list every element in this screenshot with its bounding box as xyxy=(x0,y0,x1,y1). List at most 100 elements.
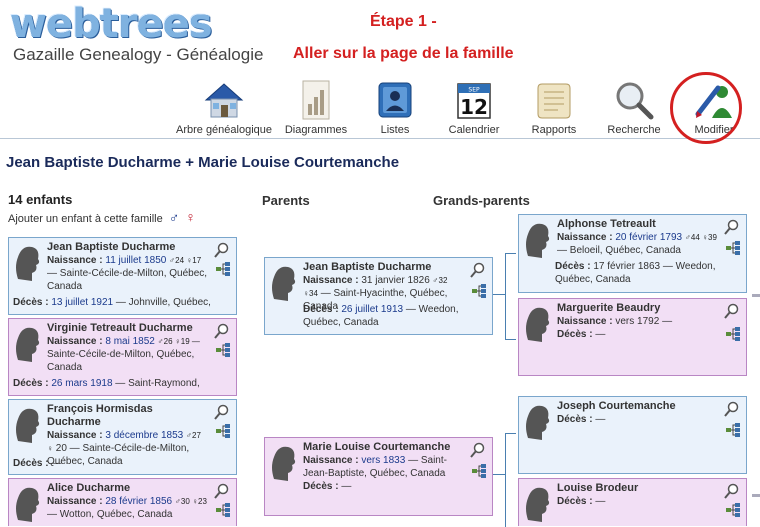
person-box-grandmother-paternal[interactable]: Marguerite Beaudry Naissance : vers 1792… xyxy=(518,298,747,376)
birth-date[interactable]: vers 1792 xyxy=(615,316,659,327)
family-tree-icon[interactable] xyxy=(726,241,740,255)
scroll-icon xyxy=(537,83,571,119)
death-label: Décès : xyxy=(303,481,339,492)
parent-ages: ♂30 ♀23 xyxy=(174,497,207,506)
connector xyxy=(493,294,505,295)
death-place: — xyxy=(595,496,606,507)
expand-ancestors-marker[interactable] xyxy=(752,494,760,497)
person-box-grandfather-maternal[interactable]: Joseph Courtemanche Décès : — xyxy=(518,396,747,474)
zoom-icon[interactable] xyxy=(724,401,740,417)
family-tree-icon[interactable] xyxy=(726,327,740,341)
family-tree-icon[interactable] xyxy=(472,464,486,478)
calendar-month: SEP xyxy=(468,87,480,94)
person-box-child-3[interactable]: François Hormisdas Ducharme Naissance : … xyxy=(8,399,237,475)
zoom-icon[interactable] xyxy=(724,219,740,235)
birth-label: Naissance : xyxy=(47,496,103,507)
birth-date[interactable]: 28 février 1856 xyxy=(105,496,172,507)
person-name[interactable]: Alphonse Tetreault xyxy=(557,218,718,231)
person-details: Jean Baptiste Ducharme Naissance : 11 ju… xyxy=(47,241,208,293)
menu-calendar[interactable]: SEP 12 Calendrier xyxy=(444,72,504,138)
birth-place: Sainte-Cécile-de-Milton, Québec, Canada xyxy=(47,349,195,373)
birth-date[interactable]: 11 juillet 1850 xyxy=(105,255,166,266)
person-name[interactable]: Virginie Tetreault Ducharme xyxy=(47,322,208,335)
family-tree-icon[interactable] xyxy=(216,424,230,438)
zoom-icon[interactable] xyxy=(470,442,486,458)
family-tree-icon[interactable] xyxy=(216,343,230,357)
menu-reports[interactable]: Rapports xyxy=(524,72,584,138)
birth-date[interactable]: 20 février 1793 xyxy=(615,232,682,243)
birth-place: — xyxy=(662,316,673,327)
person-box-father[interactable]: Jean Baptiste Ducharme Naissance : 31 ja… xyxy=(264,257,493,335)
family-tree-icon[interactable] xyxy=(216,262,230,276)
zoom-icon[interactable] xyxy=(214,404,230,420)
death-date[interactable]: 26 mars 1918 xyxy=(51,378,112,389)
person-name[interactable]: Louise Brodeur xyxy=(557,482,718,495)
zoom-icon[interactable] xyxy=(470,262,486,278)
family-tree-icon[interactable] xyxy=(216,503,230,517)
death-date[interactable]: 26 juillet 1913 xyxy=(341,304,403,315)
person-box-grandmother-maternal[interactable]: Louise Brodeur Décès : — xyxy=(518,478,747,526)
family-tree-icon[interactable] xyxy=(472,284,486,298)
person-name[interactable]: Jean Baptiste Ducharme xyxy=(303,261,464,274)
menu-lists[interactable]: Listes xyxy=(364,72,426,138)
menu-edit[interactable]: Modifier xyxy=(682,72,746,138)
expand-ancestors-marker[interactable] xyxy=(752,294,760,297)
webtrees-logo[interactable]: webtrees xyxy=(10,2,213,46)
person-box-mother[interactable]: Marie Louise Courtemanche Naissance : ve… xyxy=(264,437,493,516)
add-daughter-icon[interactable]: ♀ xyxy=(185,209,196,225)
death-row: Décès : 13 juillet 1921 — Johnville, Qué… xyxy=(13,296,232,309)
silhouette-icon xyxy=(272,266,296,301)
zoom-icon[interactable] xyxy=(214,483,230,499)
birth-place: — Beloeil, Québec, Canada xyxy=(557,245,681,256)
chart-icon xyxy=(302,80,330,120)
birth-date[interactable]: 31 janvier 1826 xyxy=(361,275,429,286)
silhouette-icon xyxy=(16,327,40,362)
connector xyxy=(505,433,516,527)
zoom-icon[interactable] xyxy=(214,242,230,258)
silhouette-icon xyxy=(526,307,550,342)
menu-label: Listes xyxy=(380,124,410,136)
parent-ages: ♂44 ♀39 xyxy=(684,233,717,242)
children-count: 14 enfants xyxy=(8,192,73,207)
person-name[interactable]: Marie Louise Courtemanche xyxy=(303,441,464,454)
main-menu: Arbre généalogique Diagrammes Listes SEP… xyxy=(0,72,760,139)
family-tree-icon[interactable] xyxy=(726,503,740,517)
birth-date[interactable]: 3 décembre 1853 xyxy=(105,430,183,441)
person-details: Marguerite Beaudry Naissance : vers 1792… xyxy=(557,302,718,341)
death-place: — Saint-Raymond, xyxy=(115,378,200,389)
person-name[interactable]: Marguerite Beaudry xyxy=(557,302,718,315)
person-name[interactable]: François Hormisdas Ducharme xyxy=(47,403,208,429)
menu-label: Recherche xyxy=(607,124,661,136)
birth-label: Naissance : xyxy=(557,232,613,243)
person-name[interactable]: Alice Ducharme xyxy=(47,482,208,495)
person-box-child-2[interactable]: Virginie Tetreault Ducharme Naissance : … xyxy=(8,318,237,396)
site-title[interactable]: Gazaille Genealogy - Généalogie xyxy=(13,45,263,65)
menu-search[interactable]: Recherche xyxy=(602,72,666,138)
birth-date[interactable]: 8 mai 1852 xyxy=(105,336,154,347)
silhouette-icon xyxy=(272,446,296,481)
silhouette-icon xyxy=(526,223,550,258)
add-son-icon[interactable]: ♂ xyxy=(169,209,180,225)
zoom-icon[interactable] xyxy=(724,483,740,499)
silhouette-icon xyxy=(16,408,40,443)
person-details: Alice Ducharme Naissance : 28 février 18… xyxy=(47,482,208,521)
add-child-row: Ajouter un enfant à cette famille ♂ ♀ xyxy=(8,209,196,225)
zoom-icon[interactable] xyxy=(214,323,230,339)
step-label: Étape 1 - xyxy=(370,13,437,30)
person-box-child-4[interactable]: Alice Ducharme Naissance : 28 février 18… xyxy=(8,478,237,526)
death-date[interactable]: 17 février 1863 xyxy=(593,261,660,272)
person-box-grandfather-paternal[interactable]: Alphonse Tetreault Naissance : 20 févrie… xyxy=(518,214,747,293)
menu-charts[interactable]: Diagrammes xyxy=(282,72,350,138)
person-box-child-1[interactable]: Jean Baptiste Ducharme Naissance : 11 ju… xyxy=(8,237,237,315)
family-tree-icon[interactable] xyxy=(726,423,740,437)
menu-family-tree[interactable]: Arbre généalogique xyxy=(175,72,273,138)
person-details: Louise Brodeur Décès : — xyxy=(557,482,718,508)
magnifier-icon xyxy=(616,82,654,120)
death-label: Décès : xyxy=(303,304,339,315)
zoom-icon[interactable] xyxy=(724,303,740,319)
person-name[interactable]: Jean Baptiste Ducharme xyxy=(47,241,208,254)
death-date[interactable]: 13 juillet 1921 xyxy=(51,297,113,308)
birth-date[interactable]: vers 1833 xyxy=(361,455,405,466)
grandparents-heading: Grands-parents xyxy=(433,193,530,208)
person-name[interactable]: Joseph Courtemanche xyxy=(557,400,718,413)
